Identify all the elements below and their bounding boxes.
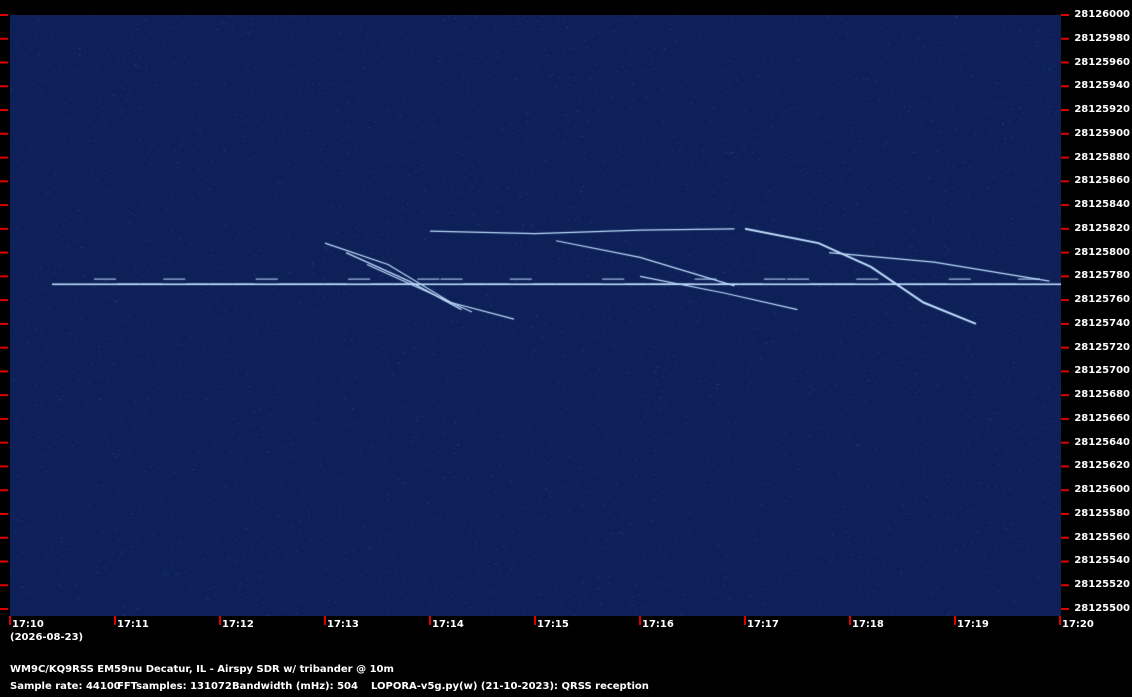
- x-tick-label: 17:18: [852, 619, 884, 630]
- y-tick-label: 28125820: [1074, 222, 1130, 234]
- bandwidth: Bandwidth (mHz): 504: [232, 681, 358, 692]
- fft-samples: FFTsamples: 131072: [117, 681, 232, 692]
- y-tick-label: 28125740: [1074, 317, 1130, 329]
- x-tick-label: 17:14: [432, 619, 464, 630]
- y-tick-label: 28125640: [1074, 436, 1130, 448]
- x-tick-label: 17:19: [957, 619, 989, 630]
- y-tick-label: 28125500: [1074, 603, 1130, 614]
- x-tick-label: 17:13: [327, 619, 359, 630]
- y-tick-label: 28125780: [1074, 270, 1130, 282]
- x-tick-label: 17:16: [642, 619, 674, 630]
- y-tick-label: 28125620: [1074, 460, 1130, 472]
- date-label: (2026-08-23): [10, 632, 84, 643]
- waterfall-plot[interactable]: [10, 15, 1061, 616]
- y-tick-label: 28125980: [1074, 32, 1130, 44]
- y-tick-label: 28125960: [1074, 56, 1130, 68]
- sample-rate: Sample rate: 44100: [10, 681, 121, 692]
- y-tick-label: 28126000: [1074, 9, 1130, 20]
- y-tick-label: 28125760: [1074, 294, 1130, 306]
- y-tick-label: 28125800: [1074, 246, 1130, 258]
- y-tick-label: 28125540: [1074, 555, 1130, 567]
- y-tick-label: 28125860: [1074, 175, 1130, 187]
- y-tick-label: 28125900: [1074, 127, 1130, 139]
- y-tick-label: 28125920: [1074, 104, 1130, 116]
- x-tick-label: 17:15: [537, 619, 569, 630]
- x-tick-label: 17:17: [747, 619, 779, 630]
- spectrogram-window: 28126000 28125980 28125960 28125940 28125920…: [0, 0, 1132, 697]
- x-tick-label: 17:11: [117, 619, 149, 630]
- y-tick-label: 28125720: [1074, 341, 1130, 353]
- y-tick-label: 28125520: [1074, 579, 1130, 591]
- y-tick-label: 28125560: [1074, 531, 1130, 543]
- y-tick-label: 28125700: [1074, 365, 1130, 377]
- x-tick-label: 17:12: [222, 619, 254, 630]
- y-tick-label: 28125600: [1074, 484, 1130, 496]
- y-tick-label: 28125660: [1074, 412, 1130, 424]
- y-tick-label: 28125840: [1074, 199, 1130, 211]
- software-info: LOPORA-v5g.py(w) (21-10-2023): QRSS rece…: [371, 681, 649, 692]
- station-info: WM9C/KQ9RSS EM59nu Decatur, IL - Airspy …: [10, 664, 394, 675]
- y-tick-label: 28125580: [1074, 507, 1130, 519]
- x-tick-label: 17:10: [12, 619, 44, 630]
- y-tick-label: 28125680: [1074, 389, 1130, 401]
- x-tick-label: 17:20: [1062, 619, 1094, 630]
- y-tick-label: 28125880: [1074, 151, 1130, 163]
- y-tick-label: 28125940: [1074, 80, 1130, 92]
